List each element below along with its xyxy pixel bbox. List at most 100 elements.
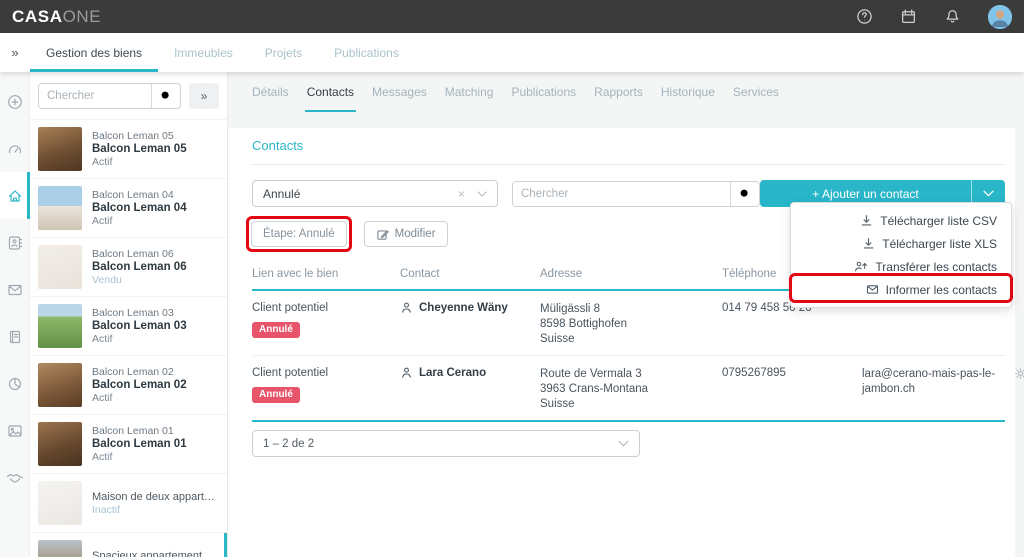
search-icon[interactable] — [151, 84, 180, 108]
list-item[interactable]: Balcon Leman 01Balcon Leman 01Actif — [30, 414, 227, 473]
list-item[interactable]: Balcon Leman 02Balcon Leman 02Actif — [30, 355, 227, 414]
property-thumbnail — [38, 127, 82, 171]
icon-rail — [0, 72, 30, 557]
modify-button[interactable]: Modifier — [364, 221, 448, 247]
menu-item-download-csv[interactable]: Télécharger liste CSV — [791, 209, 1011, 232]
property-list: Balcon Leman 05Balcon Leman 05Actif Balc… — [30, 119, 227, 557]
menu-item-label: Informer les contacts — [886, 283, 997, 297]
list-item-selected[interactable]: Spacieux appartement de stan...Actif — [30, 532, 227, 557]
address-line: Suisse — [540, 397, 722, 412]
property-name: Balcon Leman 05 — [92, 143, 187, 155]
tab-projets[interactable]: Projets — [249, 33, 318, 72]
tab-messages[interactable]: Messages — [363, 72, 436, 112]
tab-historique[interactable]: Historique — [652, 72, 724, 112]
rail-item-reports[interactable] — [0, 360, 29, 407]
gear-icon[interactable] — [1014, 367, 1024, 380]
status-badge: Annulé — [252, 322, 300, 338]
contact-name[interactable]: Cheyenne Wäny — [419, 302, 508, 314]
main-panel: Détails Contacts Messages Matching Publi… — [228, 72, 1024, 557]
list-item[interactable]: Balcon Leman 04Balcon Leman 04Actif — [30, 178, 227, 237]
property-thumbnail — [38, 304, 82, 348]
stage-filter-select[interactable]: Annulé × — [252, 180, 498, 207]
property-thumbnail — [38, 422, 82, 466]
expand-panel-button[interactable]: » — [189, 83, 219, 109]
menu-item-download-xls[interactable]: Télécharger liste XLS — [791, 232, 1011, 255]
calendar-icon[interactable] — [900, 8, 917, 25]
casaone-logo[interactable]: CASAONE — [12, 7, 101, 27]
property-search-input[interactable] — [39, 84, 151, 108]
contacts-section: Contacts Annulé × + Ajouter un contact — [228, 128, 1015, 557]
tab-rapports[interactable]: Rapports — [585, 72, 652, 112]
tab-details[interactable]: Détails — [243, 72, 298, 112]
email-address: lara@cerano-mais-pas-le-jambon.ch — [862, 367, 1014, 412]
rail-item-contacts[interactable] — [0, 219, 29, 266]
tab-services[interactable]: Services — [724, 72, 788, 112]
list-item[interactable]: Maison de deux appartementsInactif — [30, 473, 227, 532]
property-title: Balcon Leman 03 — [92, 307, 187, 319]
contact-name[interactable]: Lara Cerano — [419, 367, 486, 379]
table-row[interactable]: Client potentielAnnulé Lara Cerano Route… — [252, 355, 1005, 420]
property-thumbnail — [38, 540, 82, 557]
top-bar: CASAONE — [0, 0, 1024, 33]
collapse-nav-button[interactable]: » — [0, 33, 30, 72]
col-header-contact: Contact — [400, 268, 540, 280]
user-avatar[interactable] — [988, 5, 1012, 29]
page-title: Contacts — [252, 136, 1005, 165]
rail-item-documents[interactable] — [0, 313, 29, 360]
list-item[interactable]: Balcon Leman 03Balcon Leman 03Actif — [30, 296, 227, 355]
col-header-lien: Lien avec le bien — [252, 268, 400, 280]
status-badge: Inactif — [92, 504, 219, 516]
phone-number: 014 79 458 56 26 — [722, 302, 862, 347]
property-title: Maison de deux appartements — [92, 491, 219, 503]
chevron-down-icon — [618, 440, 629, 447]
address-line: Suisse — [540, 332, 722, 347]
phone-number: 0795267895 — [722, 367, 862, 412]
pagination-select[interactable]: 1 – 2 de 2 — [252, 430, 640, 457]
status-badge: Actif — [92, 333, 187, 345]
tab-publications[interactable]: Publications — [502, 72, 585, 112]
status-badge: Actif — [92, 156, 187, 168]
logo-bold: CASA — [12, 7, 63, 26]
tab-publications[interactable]: Publications — [318, 33, 415, 72]
property-name: Balcon Leman 02 — [92, 379, 187, 391]
lien-label: Client potentiel — [252, 302, 400, 314]
tab-matching[interactable]: Matching — [436, 72, 503, 112]
rail-item-properties[interactable] — [0, 172, 29, 219]
menu-item-label: Transférer les contacts — [875, 260, 997, 274]
help-icon[interactable] — [856, 8, 873, 25]
email-address — [862, 302, 1014, 347]
stage-filter-value: Annulé — [263, 187, 300, 201]
property-title: Balcon Leman 02 — [92, 366, 187, 378]
transfer-contacts-icon — [854, 260, 868, 273]
rail-item-dashboard[interactable] — [0, 125, 29, 172]
menu-item-label: Télécharger liste XLS — [882, 237, 997, 251]
mail-icon — [866, 283, 879, 296]
rail-add-button[interactable] — [0, 78, 29, 125]
search-icon[interactable] — [730, 182, 759, 206]
menu-item-transfer-contacts[interactable]: Transférer les contacts — [791, 255, 1011, 278]
edit-icon — [376, 228, 389, 241]
property-sidebar: » Balcon Leman 05Balcon Leman 05Actif Ba… — [30, 72, 228, 557]
property-title: Balcon Leman 04 — [92, 189, 187, 201]
list-item[interactable]: Balcon Leman 05Balcon Leman 05Actif — [30, 119, 227, 178]
menu-item-informer-contacts[interactable]: Informer les contacts — [791, 278, 1011, 301]
status-badge: Actif — [92, 392, 187, 404]
tab-gestion-des-biens[interactable]: Gestion des biens — [30, 33, 158, 72]
rail-item-media[interactable] — [0, 407, 29, 454]
rail-item-messages[interactable] — [0, 266, 29, 313]
tab-contacts[interactable]: Contacts — [298, 72, 363, 112]
tab-immeubles[interactable]: Immeubles — [158, 33, 249, 72]
property-title: Balcon Leman 05 — [92, 130, 187, 142]
contact-search-input[interactable] — [513, 182, 730, 206]
property-title: Spacieux appartement de stan... — [92, 550, 219, 557]
plus-circle-icon — [7, 94, 23, 110]
list-item[interactable]: Balcon Leman 06Balcon Leman 06Vendu — [30, 237, 227, 296]
property-thumbnail — [38, 363, 82, 407]
clear-filter-icon[interactable]: × — [454, 187, 469, 201]
bell-icon[interactable] — [944, 8, 961, 25]
property-name: Balcon Leman 04 — [92, 202, 187, 214]
lien-label: Client potentiel — [252, 367, 400, 379]
download-icon — [862, 237, 875, 250]
rail-item-partners[interactable] — [0, 454, 29, 501]
stage-filter-chip[interactable]: Étape: Annulé — [251, 221, 347, 247]
